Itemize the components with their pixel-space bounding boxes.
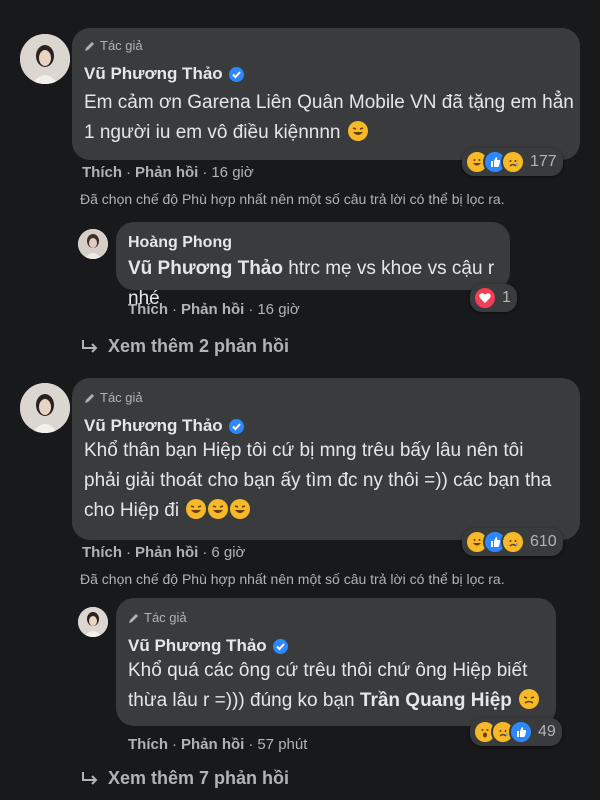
mention-link[interactable]: Vũ Phương Thảo bbox=[128, 258, 283, 279]
comment-text: Em cảm ơn Garena Liên Quân Mobile VN đã … bbox=[84, 92, 574, 143]
like-action[interactable]: Thích bbox=[128, 736, 168, 753]
avatar[interactable] bbox=[20, 383, 70, 433]
avatar[interactable] bbox=[78, 607, 108, 637]
filter-notice: Đã chọn chế độ Phù hợp nhất nên một số c… bbox=[80, 191, 505, 207]
comment-actions: Thích · Phản hồi · 57 phút bbox=[128, 736, 308, 753]
author-name[interactable]: Vũ Phương Thảo bbox=[128, 636, 288, 656]
like-action[interactable]: Thích bbox=[82, 164, 122, 181]
verified-badge-icon bbox=[228, 66, 244, 82]
comment-bubble: Tác giả Vũ Phương Thảo Khổ quá các ông c… bbox=[116, 598, 556, 726]
pencil-icon bbox=[129, 613, 138, 623]
timestamp[interactable]: 57 phút bbox=[257, 736, 307, 753]
author-tag: Tác giả bbox=[128, 610, 187, 625]
timestamp[interactable]: 16 giờ bbox=[257, 301, 299, 318]
sad-reaction-icon bbox=[501, 530, 525, 554]
author-tag: Tác giả bbox=[84, 390, 143, 405]
reply-action[interactable]: Phản hồi bbox=[135, 164, 198, 181]
reply-arrow-icon bbox=[82, 339, 98, 353]
reaction-summary[interactable]: 610 bbox=[462, 528, 563, 556]
like-reaction-icon bbox=[509, 720, 533, 744]
comment-bubble: Tác giả Vũ Phương Thảo Khổ thân bạn Hiệp… bbox=[72, 378, 580, 540]
like-action[interactable]: Thích bbox=[82, 544, 122, 561]
author-tag: Tác giả bbox=[84, 38, 143, 53]
more-replies-button[interactable]: Xem thêm 2 phản hồi bbox=[80, 336, 289, 357]
more-replies-button[interactable]: Xem thêm 7 phản hồi bbox=[80, 768, 289, 789]
reaction-summary[interactable]: 49 bbox=[470, 718, 562, 746]
verified-badge-icon bbox=[228, 418, 244, 434]
comment-text: Khổ thân bạn Hiệp tôi cứ bị mng trêu bấy… bbox=[84, 440, 552, 521]
reply-action[interactable]: Phản hồi bbox=[181, 301, 244, 318]
rofl-emoji-icon bbox=[208, 499, 229, 519]
comment-bubble: Tác giả Vũ Phương Thảo Em cảm ơn Garena … bbox=[72, 28, 580, 160]
disappointed-emoji-icon bbox=[519, 689, 540, 709]
reaction-summary[interactable]: 177 bbox=[462, 148, 563, 176]
comment-bubble: Hoàng Phong Vũ Phương Thảo htrc mẹ vs kh… bbox=[116, 222, 510, 309]
author-name[interactable]: Vũ Phương Thảo bbox=[84, 416, 244, 436]
rofl-emoji-icon bbox=[230, 499, 251, 519]
comment-actions: Thích · Phản hồi · 6 giờ bbox=[82, 544, 246, 561]
comment-actions: Thích · Phản hồi · 16 giờ bbox=[82, 164, 254, 181]
avatar[interactable] bbox=[20, 34, 70, 84]
love-reaction-icon bbox=[473, 286, 497, 310]
like-action[interactable]: Thích bbox=[128, 301, 168, 318]
timestamp[interactable]: 16 giờ bbox=[211, 164, 253, 181]
pencil-icon bbox=[85, 41, 94, 51]
comment-actions: Thích · Phản hồi · 16 giờ bbox=[128, 301, 300, 318]
avatar[interactable] bbox=[78, 229, 108, 259]
sad-reaction-icon bbox=[501, 150, 525, 174]
author-name[interactable]: Vũ Phương Thảo bbox=[84, 64, 244, 84]
reply-action[interactable]: Phản hồi bbox=[135, 544, 198, 561]
pencil-icon bbox=[85, 393, 94, 403]
reply-action[interactable]: Phản hồi bbox=[181, 736, 244, 753]
filter-notice: Đã chọn chế độ Phù hợp nhất nên một số c… bbox=[80, 571, 505, 587]
comment-text: Khổ quá các ông cứ trêu thôi chứ ông Hiệ… bbox=[128, 656, 540, 716]
verified-badge-icon bbox=[272, 638, 288, 654]
rofl-emoji-icon bbox=[186, 499, 207, 519]
timestamp[interactable]: 6 giờ bbox=[211, 544, 245, 561]
mention-link[interactable]: Trần Quang Hiệp bbox=[360, 690, 512, 711]
author-name[interactable]: Hoàng Phong bbox=[128, 234, 232, 252]
reaction-summary[interactable]: 1 bbox=[470, 284, 517, 312]
reply-arrow-icon bbox=[82, 771, 98, 785]
rofl-emoji-icon bbox=[347, 121, 368, 141]
